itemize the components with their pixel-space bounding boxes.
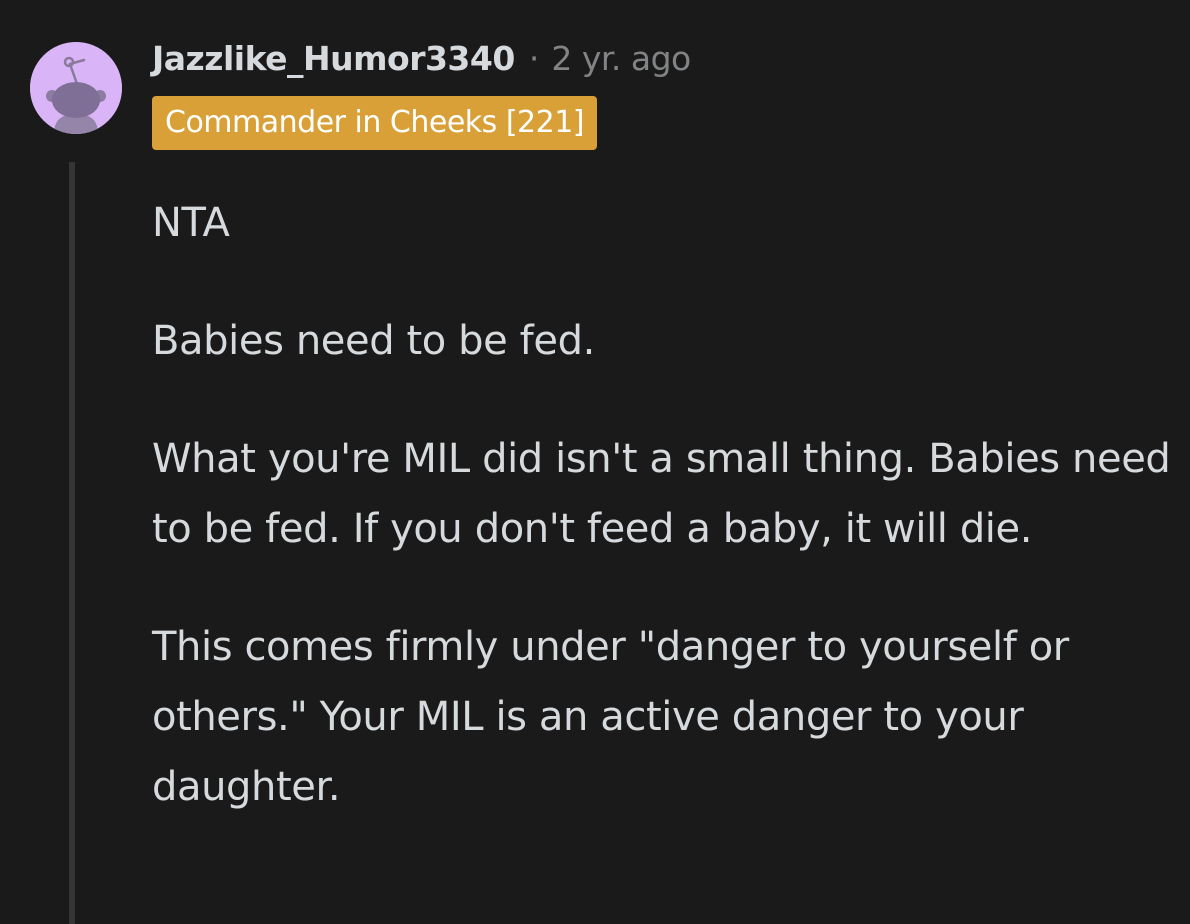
comment: Jazzlike_Humor3340 · 2 yr. ago Commander… bbox=[0, 0, 1190, 924]
comment-body: NTA Babies need to be fed. What you're M… bbox=[152, 188, 1172, 822]
comment-timestamp[interactable]: 2 yr. ago bbox=[551, 39, 691, 78]
comment-paragraph: NTA bbox=[152, 200, 230, 246]
meta-separator: · bbox=[528, 38, 540, 78]
comment-paragraph: What you're MIL did isn't a small thing.… bbox=[152, 436, 1171, 552]
author-username[interactable]: Jazzlike_Humor3340 bbox=[152, 39, 515, 78]
snoo-avatar-icon bbox=[30, 42, 122, 134]
comment-paragraph: This comes firmly under "danger to yours… bbox=[152, 624, 1069, 810]
comment-meta: Jazzlike_Humor3340 · 2 yr. ago bbox=[152, 36, 691, 80]
collapse-thread-line[interactable] bbox=[69, 162, 75, 924]
user-flair: Commander in Cheeks [221] bbox=[152, 96, 597, 150]
comment-paragraph: Babies need to be fed. bbox=[152, 318, 595, 364]
avatar[interactable] bbox=[30, 42, 122, 134]
